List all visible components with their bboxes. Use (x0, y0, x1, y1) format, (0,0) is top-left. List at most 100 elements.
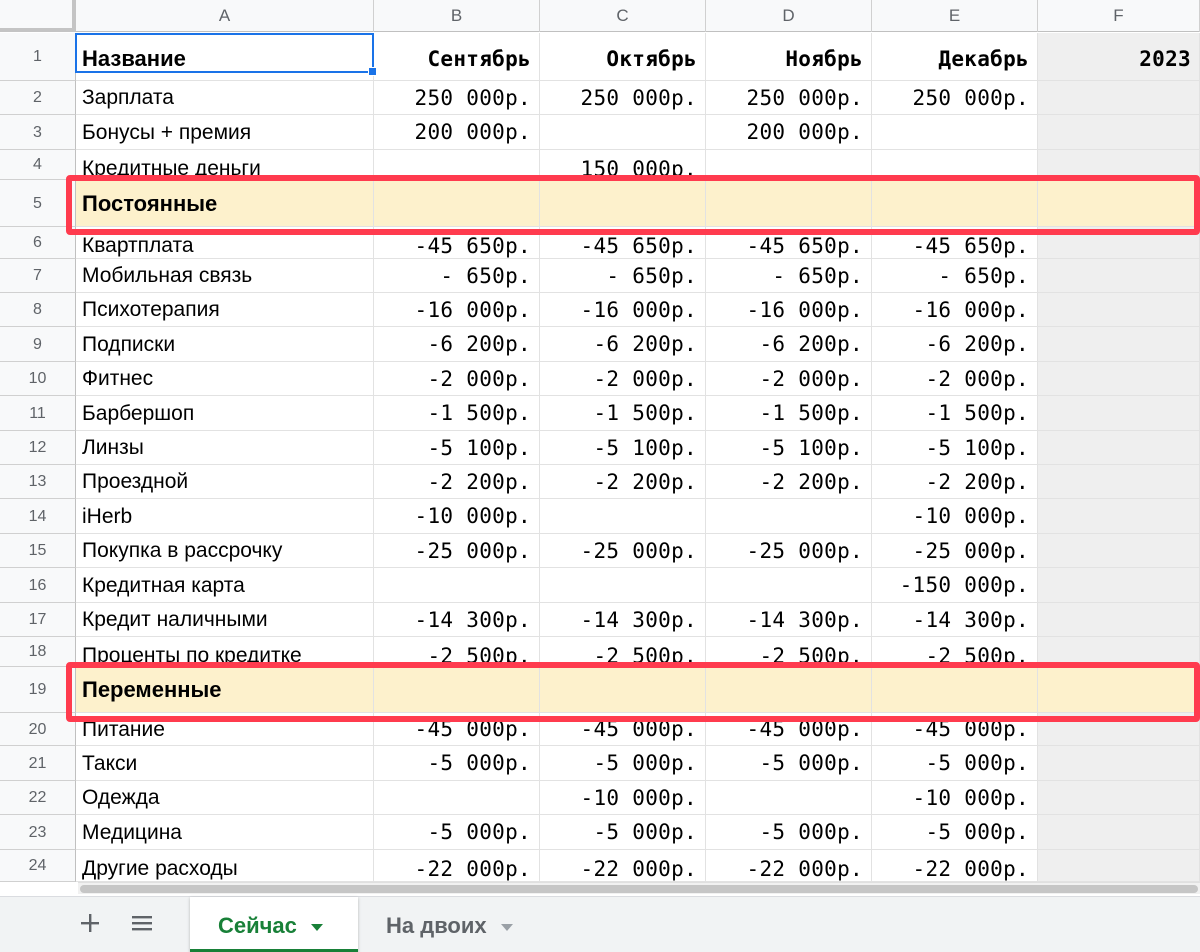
row-header-24[interactable]: 24 (0, 850, 76, 882)
cell-f2[interactable] (1038, 81, 1200, 115)
cell-f18[interactable] (1038, 637, 1200, 667)
row-header-6[interactable]: 6 (0, 227, 76, 259)
tab-dropdown-caret-icon[interactable] (310, 923, 323, 931)
cell-f15[interactable] (1038, 534, 1200, 568)
cell-d21[interactable]: -5 000р. (706, 746, 872, 781)
row-header-18[interactable]: 18 (0, 637, 76, 667)
cell-b7[interactable]: - 650р. (374, 259, 540, 293)
row-header-3[interactable]: 3 (0, 115, 76, 150)
cell-e4[interactable] (872, 150, 1038, 180)
cell-a17[interactable]: Кредит наличными (76, 603, 374, 637)
cell-d6[interactable]: -45 650р. (706, 227, 872, 259)
cell-a3[interactable]: Бонусы + премия (76, 115, 374, 150)
cell-b19[interactable] (374, 667, 540, 713)
cell-a2[interactable]: Зарплата (76, 81, 374, 115)
cell-e1[interactable]: Декабрь (872, 33, 1038, 81)
cell-b24[interactable]: -22 000р. (374, 850, 540, 882)
row-header-8[interactable]: 8 (0, 293, 76, 327)
cell-f7[interactable] (1038, 259, 1200, 293)
tab-seychas[interactable]: Сейчас (190, 897, 358, 952)
cell-e8[interactable]: -16 000р. (872, 293, 1038, 327)
cell-e16[interactable]: -150 000р. (872, 568, 1038, 603)
spreadsheet-grid[interactable]: A B C D E F 1 Название Сентябрь Октябрь Ноябрь Дека… (0, 0, 1200, 882)
cell-a15[interactable]: Покупка в рассрочку (76, 534, 374, 568)
cell-a12[interactable]: Линзы (76, 431, 374, 465)
cell-c24[interactable]: -22 000р. (540, 850, 706, 882)
cell-d3[interactable]: 200 000р. (706, 115, 872, 150)
cell-e13[interactable]: -2 200р. (872, 465, 1038, 499)
column-header-e[interactable]: E (872, 0, 1038, 32)
cell-f23[interactable] (1038, 815, 1200, 850)
cell-f3[interactable] (1038, 115, 1200, 150)
select-all-corner[interactable] (0, 0, 76, 32)
cell-b21[interactable]: -5 000р. (374, 746, 540, 781)
row-header-15[interactable]: 15 (0, 534, 76, 568)
row-header-1[interactable]: 1 (0, 33, 76, 81)
cell-c3[interactable] (540, 115, 706, 150)
cell-d9[interactable]: -6 200р. (706, 327, 872, 362)
cell-e7[interactable]: - 650р. (872, 259, 1038, 293)
cell-f14[interactable] (1038, 499, 1200, 534)
cell-b17[interactable]: -14 300р. (374, 603, 540, 637)
cell-e24[interactable]: -22 000р. (872, 850, 1038, 882)
cell-a9[interactable]: Подписки (76, 327, 374, 362)
cell-d16[interactable] (706, 568, 872, 603)
cell-a18[interactable]: Проценты по кредитке (76, 637, 374, 667)
cell-f16[interactable] (1038, 568, 1200, 603)
cell-e12[interactable]: -5 100р. (872, 431, 1038, 465)
cell-f24[interactable] (1038, 850, 1200, 882)
all-sheets-button[interactable] (124, 907, 160, 943)
cell-c20[interactable]: -45 000р. (540, 713, 706, 746)
cell-c19[interactable] (540, 667, 706, 713)
row-header-19[interactable]: 19 (0, 667, 76, 713)
cell-c7[interactable]: - 650р. (540, 259, 706, 293)
cell-c16[interactable] (540, 568, 706, 603)
cell-e23[interactable]: -5 000р. (872, 815, 1038, 850)
add-sheet-button[interactable] (72, 907, 108, 943)
cell-c21[interactable]: -5 000р. (540, 746, 706, 781)
cell-a6[interactable]: Квартплата (76, 227, 374, 259)
row-header-14[interactable]: 14 (0, 499, 76, 534)
cell-c15[interactable]: -25 000р. (540, 534, 706, 568)
column-header-b[interactable]: B (374, 0, 540, 32)
cell-f12[interactable] (1038, 431, 1200, 465)
cell-d13[interactable]: -2 200р. (706, 465, 872, 499)
cell-e21[interactable]: -5 000р. (872, 746, 1038, 781)
cell-d18[interactable]: -2 500р. (706, 637, 872, 667)
row-header-22[interactable]: 22 (0, 781, 76, 815)
horizontal-scrollbar-thumb[interactable] (80, 885, 1198, 893)
cell-c4[interactable]: 150 000р. (540, 150, 706, 180)
cell-f4[interactable] (1038, 150, 1200, 180)
cell-d4[interactable] (706, 150, 872, 180)
cell-c14[interactable] (540, 499, 706, 534)
cell-b1[interactable]: Сентябрь (374, 33, 540, 81)
cell-a14[interactable]: iHerb (76, 499, 374, 534)
cell-d5[interactable] (706, 180, 872, 227)
cell-e15[interactable]: -25 000р. (872, 534, 1038, 568)
horizontal-scrollbar[interactable] (78, 882, 1200, 894)
cell-c18[interactable]: -2 500р. (540, 637, 706, 667)
cell-b13[interactable]: -2 200р. (374, 465, 540, 499)
cell-a4[interactable]: Кредитные деньги (76, 150, 374, 180)
cell-d1[interactable]: Ноябрь (706, 33, 872, 81)
cell-d19[interactable] (706, 667, 872, 713)
cell-c22[interactable]: -10 000р. (540, 781, 706, 815)
cell-d8[interactable]: -16 000р. (706, 293, 872, 327)
cell-a11[interactable]: Барбершоп (76, 396, 374, 431)
cell-e18[interactable]: -2 500р. (872, 637, 1038, 667)
cell-f9[interactable] (1038, 327, 1200, 362)
cell-b15[interactable]: -25 000р. (374, 534, 540, 568)
cell-d22[interactable] (706, 781, 872, 815)
cell-f22[interactable] (1038, 781, 1200, 815)
cell-c10[interactable]: -2 000р. (540, 362, 706, 396)
cell-e10[interactable]: -2 000р. (872, 362, 1038, 396)
cell-e3[interactable] (872, 115, 1038, 150)
cell-e22[interactable]: -10 000р. (872, 781, 1038, 815)
cell-d14[interactable] (706, 499, 872, 534)
cell-f5[interactable] (1038, 180, 1200, 227)
cell-c8[interactable]: -16 000р. (540, 293, 706, 327)
cell-a7[interactable]: Мобильная связь (76, 259, 374, 293)
row-header-20[interactable]: 20 (0, 713, 76, 746)
cell-d12[interactable]: -5 100р. (706, 431, 872, 465)
tab-dropdown-caret-icon[interactable] (500, 923, 513, 931)
